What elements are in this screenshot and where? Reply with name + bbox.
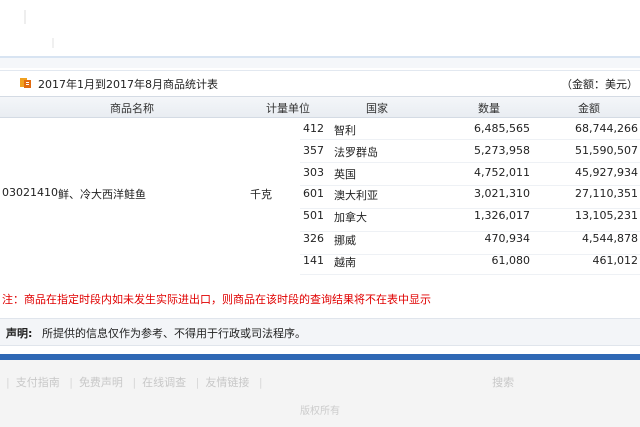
country-code: 303 [303, 166, 324, 179]
amount-value: 461,012 [592, 254, 639, 267]
footer-copyright: 版权所有 [300, 406, 340, 417]
header-amount: 金额 [578, 102, 600, 115]
country-code: 601 [303, 187, 324, 200]
row-divider [300, 139, 640, 140]
amount-value: 27,110,351 [575, 187, 638, 200]
country-code: 357 [303, 144, 324, 157]
statement-label: 声明: [6, 327, 33, 340]
amount-value: 51,590,507 [575, 144, 638, 157]
quantity-value: 5,273,958 [474, 144, 530, 157]
footer-links: | 支付指南 | 免费声明 | 在线调查 | 友情链接 | 搜索 [6, 376, 515, 389]
country-code: 141 [303, 254, 324, 267]
product-unit: 千克 [250, 188, 272, 201]
country-name: 越南 [334, 256, 356, 269]
quantity-value: 3,021,310 [474, 187, 530, 200]
row-divider [300, 185, 640, 186]
table-title: 2017年1月到2017年8月商品统计表 [38, 78, 218, 91]
country-code: 326 [303, 232, 324, 245]
country-name: 加拿大 [334, 211, 367, 224]
footer-link[interactable]: 在线调查 [142, 376, 186, 389]
country-name: 法罗群岛 [334, 146, 378, 159]
section-gap [0, 58, 640, 68]
header-product-name: 商品名称 [110, 102, 154, 115]
country-name: 澳大利亚 [334, 189, 378, 202]
product-code: 03021410 [2, 186, 58, 199]
footer-link[interactable]: 免费声明 [79, 376, 123, 389]
country-code: 412 [303, 122, 324, 135]
footer-link[interactable]: 友情链接 [205, 376, 249, 389]
country-name: 智利 [334, 124, 356, 137]
country-code: 501 [303, 209, 324, 222]
row-divider [300, 274, 640, 275]
country-name: 挪威 [334, 234, 356, 247]
amount-value: 45,927,934 [575, 166, 638, 179]
table-title-icon [20, 78, 31, 88]
product-name: 鲜、冷大西洋鲑鱼 [58, 188, 146, 201]
header-unit: 计量单位 [266, 102, 310, 115]
table-header-row [0, 96, 640, 118]
header-country: 国家 [366, 102, 388, 115]
statement-text: 所提供的信息仅作为参考、不得用于行政或司法程序。 [42, 327, 306, 340]
faint-mark [52, 38, 54, 48]
amount-value: 68,744,266 [575, 122, 638, 135]
amount-value: 13,105,231 [575, 209, 638, 222]
quantity-value: 61,080 [491, 254, 531, 267]
currency-note: （金额：美元） [561, 78, 638, 91]
table-note: 注：商品在指定时段内如未发生实际进出口，则商品在该时段的查询结果将不在表中显示 [2, 293, 431, 306]
quantity-value: 6,485,565 [474, 122, 530, 135]
amount-value: 4,544,878 [582, 232, 638, 245]
header-quantity: 数量 [478, 102, 500, 115]
faint-mark [24, 10, 26, 24]
row-divider [300, 162, 640, 163]
quantity-value: 4,752,011 [474, 166, 530, 179]
country-name: 英国 [334, 168, 356, 181]
footer-link[interactable]: 支付指南 [16, 376, 60, 389]
footer-link[interactable]: 搜索 [492, 376, 514, 389]
quantity-value: 470,934 [484, 232, 531, 245]
quantity-value: 1,326,017 [474, 209, 530, 222]
top-content-area [0, 0, 640, 58]
